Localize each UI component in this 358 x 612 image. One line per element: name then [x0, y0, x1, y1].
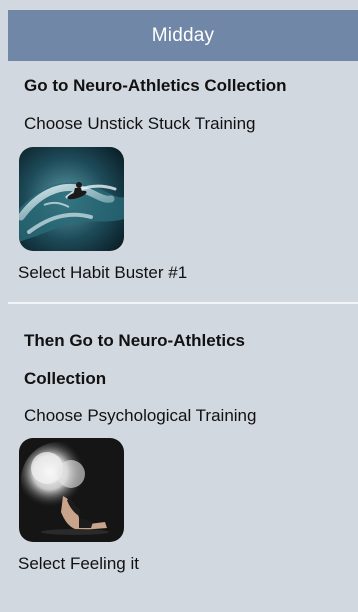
routine-panel: Midday Go to Neuro-Athletics Collection …	[0, 0, 358, 612]
step-2-subtitle: Choose Psychological Training	[24, 406, 257, 425]
step-2-title-line-1: Then Go to Neuro-Athletics	[24, 331, 245, 350]
chalk-athlete-image	[19, 438, 124, 542]
step-1-action: Select Habit Buster #1	[18, 263, 188, 282]
step-2-title-line-2: Collection	[24, 369, 107, 388]
surfer-image	[19, 147, 124, 251]
step-2-card: Then Go to Neuro-Athletics Collection Ch…	[8, 304, 358, 612]
step-1-thumbnail[interactable]	[19, 147, 124, 251]
section-header: Midday	[8, 10, 358, 61]
step-2-action: Select Feeling it	[18, 554, 139, 573]
step-1-title: Go to Neuro-Athletics Collection	[24, 76, 287, 95]
header-title: Midday	[151, 24, 215, 46]
step-1-card: Go to Neuro-Athletics Collection Choose …	[8, 61, 358, 302]
step-1-subtitle: Choose Unstick Stuck Training	[24, 114, 256, 133]
step-2-thumbnail[interactable]	[19, 438, 124, 542]
